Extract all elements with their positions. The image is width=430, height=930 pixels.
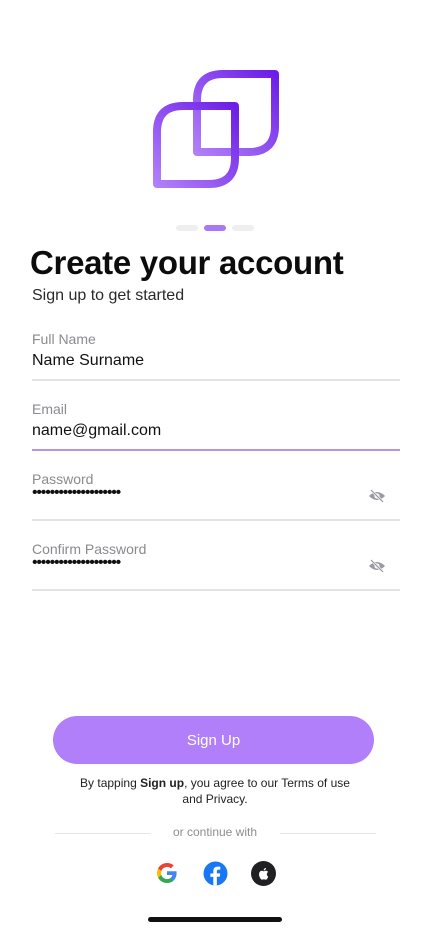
apple-icon bbox=[250, 860, 276, 886]
continue-with-divider: or continue with bbox=[0, 825, 430, 841]
email-label: Email bbox=[32, 401, 68, 417]
full-name-input[interactable]: Name Surname bbox=[32, 352, 144, 370]
confirm-password-field[interactable]: Confirm Password •••••••••••••••••••• bbox=[32, 541, 400, 591]
full-name-field[interactable]: Full Name Name Surname bbox=[32, 331, 400, 381]
divider-line-right bbox=[280, 833, 376, 834]
pager-dot bbox=[176, 225, 198, 231]
terms-prefix: By tapping bbox=[80, 776, 141, 790]
email-input[interactable]: name@gmail.com bbox=[32, 422, 161, 440]
onboarding-pager bbox=[0, 225, 430, 231]
google-button[interactable] bbox=[154, 860, 180, 886]
password-input[interactable]: •••••••••••••••••••• bbox=[32, 484, 121, 502]
password-field[interactable]: Password •••••••••••••••••••• bbox=[32, 471, 400, 521]
eye-off-icon[interactable] bbox=[368, 489, 386, 503]
sign-up-button[interactable]: Sign Up bbox=[53, 716, 374, 764]
terms-text: By tapping Sign up, you agree to our Ter… bbox=[0, 775, 430, 807]
pager-dot bbox=[232, 225, 254, 231]
pager-dot-active bbox=[204, 225, 226, 231]
terms-bold: Sign up bbox=[140, 776, 185, 790]
terms-link[interactable]: , you agree to our Terms of use bbox=[184, 776, 350, 790]
app-logo-icon bbox=[153, 70, 279, 188]
confirm-password-input[interactable]: •••••••••••••••••••• bbox=[32, 554, 121, 572]
email-field[interactable]: Email name@gmail.com bbox=[32, 401, 400, 451]
social-login-row bbox=[0, 860, 430, 886]
privacy-link[interactable]: and Privacy. bbox=[0, 791, 430, 807]
eye-off-icon[interactable] bbox=[368, 559, 386, 573]
home-indicator bbox=[148, 917, 282, 922]
facebook-button[interactable] bbox=[202, 860, 228, 886]
divider-text: or continue with bbox=[172, 825, 258, 839]
apple-button[interactable] bbox=[250, 860, 276, 886]
page-title: Create your account bbox=[30, 244, 344, 281]
full-name-label: Full Name bbox=[32, 331, 96, 347]
google-icon bbox=[157, 863, 177, 883]
page-subtitle: Sign up to get started bbox=[32, 287, 185, 304]
facebook-icon bbox=[203, 861, 227, 885]
